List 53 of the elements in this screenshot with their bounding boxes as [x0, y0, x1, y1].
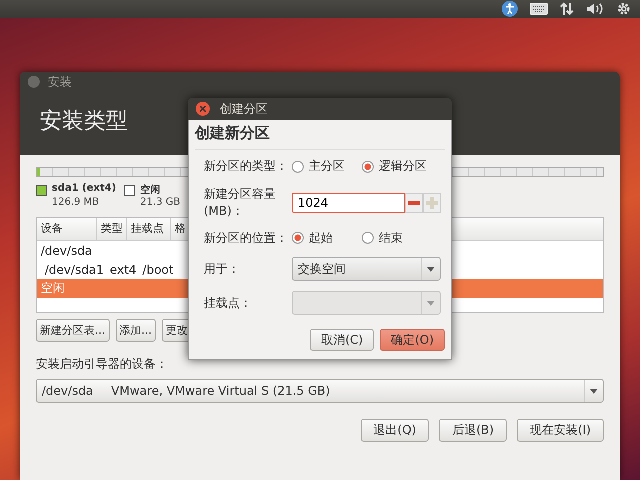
- table-cell: /dev/sda: [41, 244, 92, 258]
- bootloader-dropdown[interactable]: /dev/sda VMware, VMware Virtual S (21.5 GB): [36, 379, 604, 403]
- table-cell: 空闲: [41, 280, 65, 297]
- legend-size: 21.3 GB: [140, 197, 180, 208]
- table-button[interactable]: 新建分区表...: [36, 319, 110, 342]
- table-button[interactable]: 添加...: [116, 319, 156, 342]
- plus-icon: [426, 196, 438, 208]
- radio-option[interactable]: 主分区: [292, 158, 362, 175]
- accessibility-icon[interactable]: [502, 1, 518, 17]
- field-label: 新分区的类型：: [204, 158, 289, 176]
- dialog-button[interactable]: 确定(O): [380, 329, 445, 351]
- table-cell: ext4: [110, 262, 137, 276]
- dropdown-arrow-icon: [427, 266, 435, 272]
- keyboard-icon[interactable]: [530, 3, 548, 15]
- radio-option[interactable]: 起始: [292, 230, 362, 246]
- legend-label: sda1 (ext4): [52, 183, 116, 196]
- legend-size: 126.9 MB: [52, 196, 100, 208]
- close-icon: [200, 106, 206, 112]
- page-heading: 安装类型: [40, 108, 128, 136]
- legend-label: 空闲: [140, 184, 162, 197]
- dialog-heading: 创建新分区: [195, 120, 445, 150]
- table-cell: /boot: [142, 262, 174, 276]
- radio-button[interactable]: [362, 232, 374, 244]
- size-input-field[interactable]: 1024: [292, 192, 405, 212]
- decrease-button[interactable]: [405, 192, 423, 212]
- column-header[interactable]: 类型: [97, 218, 127, 240]
- radio-button[interactable]: [362, 160, 374, 172]
- volume-icon[interactable]: [586, 2, 604, 16]
- bootloader-label: 安装启动引导器的设备：: [36, 356, 169, 373]
- dialog-title: 创建分区: [220, 100, 268, 118]
- field-label: 用于：: [204, 260, 241, 278]
- close-button[interactable]: [28, 76, 40, 88]
- settings-icon[interactable]: [616, 1, 632, 17]
- column-header[interactable]: 设备: [37, 218, 97, 240]
- dialog-button[interactable]: 取消(C): [310, 329, 374, 351]
- field-label: 挂载点：: [204, 294, 253, 312]
- radio-option[interactable]: 逻辑分区: [362, 158, 432, 175]
- window-title: 安装: [48, 74, 72, 90]
- table-cell: /dev/sda1: [45, 262, 104, 276]
- action-button[interactable]: 现在安装(I): [517, 419, 604, 442]
- close-button[interactable]: [196, 102, 210, 116]
- minus-icon: [408, 200, 420, 204]
- radio-option[interactable]: 结束: [362, 230, 432, 246]
- action-button[interactable]: 退出(Q): [360, 419, 430, 442]
- dropdown-arrow-icon: [590, 388, 598, 394]
- radio-button[interactable]: [292, 160, 304, 172]
- action-button[interactable]: 后退(B): [439, 419, 508, 442]
- column-header[interactable]: 挂载点: [127, 218, 171, 240]
- network-arrows-icon[interactable]: [560, 2, 574, 16]
- dropdown-arrow-icon: [427, 300, 435, 306]
- field-label: 新分区的位置：: [204, 230, 289, 247]
- radio-button[interactable]: [292, 232, 304, 244]
- field-label: 新建分区容量 (MB)：: [204, 186, 277, 220]
